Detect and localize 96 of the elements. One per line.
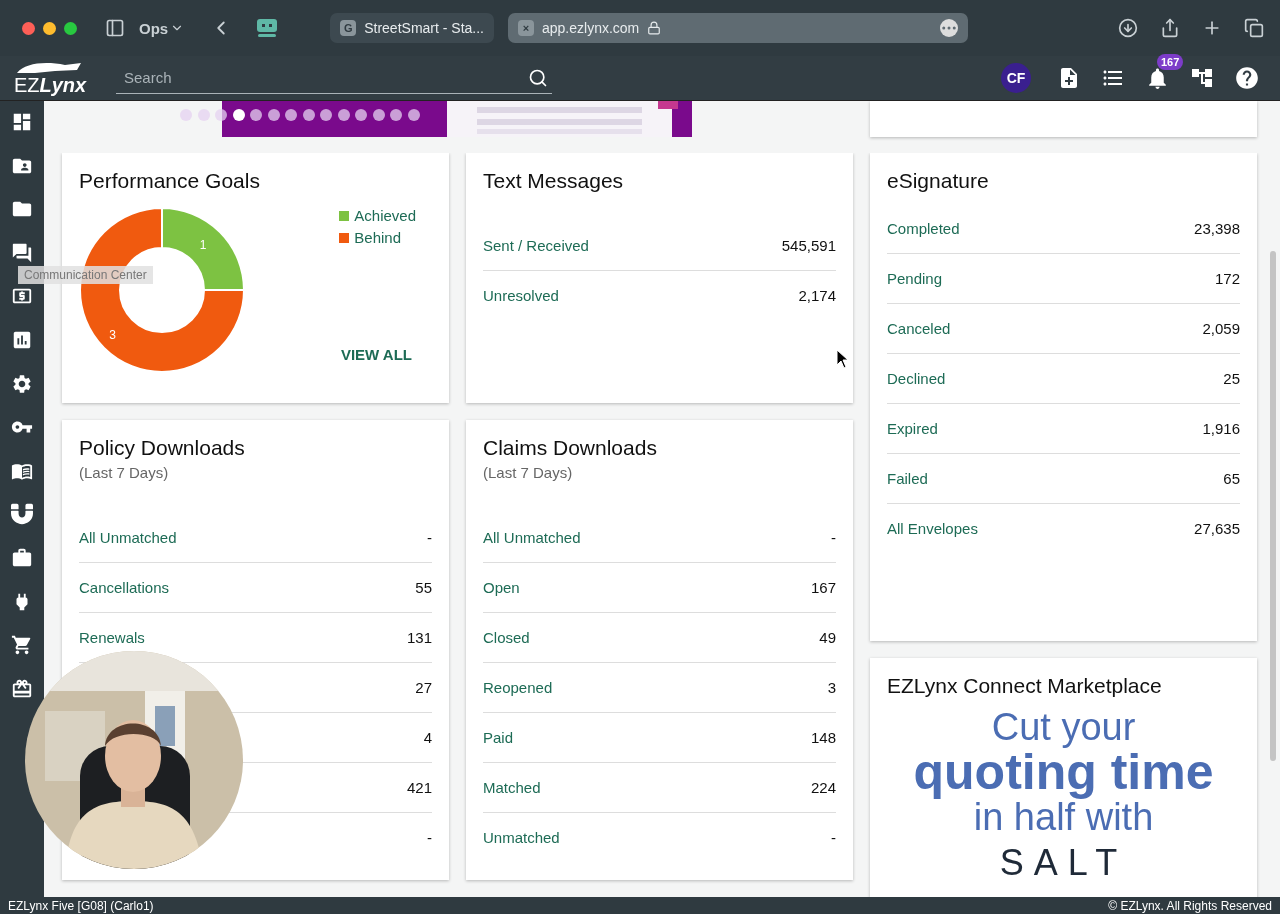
logo[interactable]: EZLynx <box>0 61 100 95</box>
row-value: 65 <box>1223 470 1240 487</box>
browser-tab[interactable]: × app.ezlynx.com <box>508 13 968 43</box>
legend-label: Behind <box>354 229 401 246</box>
row-link[interactable]: Completed <box>887 220 960 237</box>
row-value: 3 <box>827 679 836 696</box>
favicon: G <box>340 20 357 36</box>
row-link[interactable]: Sent / Received <box>483 237 589 254</box>
row-link[interactable]: Unmatched <box>483 829 560 846</box>
row-link[interactable]: Failed <box>887 470 928 487</box>
tooltip: Communication Center <box>18 266 153 284</box>
row-link[interactable]: All Unmatched <box>79 529 177 546</box>
carousel-dot[interactable] <box>180 109 192 121</box>
row-value: - <box>831 829 836 846</box>
row-link[interactable]: Renewals <box>79 629 145 646</box>
search-icon[interactable] <box>528 68 548 88</box>
row-value: 421 <box>406 779 432 796</box>
row-value: 167 <box>810 579 836 596</box>
row-value: 4 <box>423 729 432 746</box>
sidebar-toggle-icon[interactable] <box>105 18 125 38</box>
carousel-dot[interactable] <box>197 109 210 121</box>
row-link[interactable]: Closed <box>483 629 530 646</box>
gift-icon[interactable] <box>11 677 33 700</box>
row-value: 27,635 <box>1194 520 1240 537</box>
row-link[interactable]: Paid <box>483 729 514 746</box>
cart-icon[interactable] <box>11 634 33 657</box>
row-link[interactable]: Canceled <box>887 320 951 337</box>
dashboard-icon[interactable] <box>11 111 33 133</box>
row-value: - <box>427 529 432 546</box>
carousel-dot[interactable] <box>215 109 227 121</box>
row-link[interactable]: Unresolved <box>483 287 559 304</box>
card-subtitle: (Last 7 Days) <box>483 464 574 481</box>
settings-icon[interactable] <box>11 372 33 395</box>
download-icon[interactable] <box>1118 18 1138 38</box>
row-link[interactable]: Reopened <box>483 679 553 696</box>
slice-label: 3 <box>109 328 116 343</box>
row-link[interactable]: Declined <box>887 370 946 387</box>
row-link[interactable]: Cancellations <box>79 579 170 596</box>
tab-group-menu[interactable]: Ops <box>139 19 185 37</box>
magnet-icon[interactable] <box>11 503 33 526</box>
row-value: 2,174 <box>798 287 836 304</box>
browser-tab[interactable]: G StreetSmart - Sta... <box>330 13 494 43</box>
card-title: Performance Goals <box>79 169 261 193</box>
row-value: 27 <box>415 679 432 696</box>
row-value: 55 <box>415 579 432 596</box>
tab-title: app.ezlynx.com <box>542 20 640 36</box>
hierarchy-icon[interactable] <box>1190 66 1214 90</box>
ad-text: Cut your <box>991 706 1136 748</box>
cursor-icon <box>836 349 850 369</box>
card-title: EZLynx Connect Marketplace <box>887 674 1163 698</box>
view-all-button[interactable]: VIEW ALL <box>336 342 416 367</box>
row-value: 2,059 <box>1202 320 1240 337</box>
card-subtitle: (Last 7 Days) <box>79 464 170 481</box>
row-link[interactable]: All Envelopes <box>887 520 978 537</box>
maximize-button[interactable] <box>64 21 77 35</box>
search-field[interactable]: Search <box>116 62 552 94</box>
robot-icon[interactable] <box>256 18 279 38</box>
slice-label: 1 <box>199 238 207 252</box>
row-link[interactable]: Open <box>483 579 520 596</box>
ad-logo: SALT <box>999 844 1128 882</box>
minimize-button[interactable] <box>43 21 56 35</box>
environment-label: EZLynx Five [G08] (Carlo1) <box>8 898 154 913</box>
briefcase-icon[interactable] <box>11 546 33 569</box>
favicon: × <box>518 20 534 36</box>
row-link[interactable]: Expired <box>887 420 938 437</box>
card-title: eSignature <box>887 169 990 193</box>
row-value: 545,591 <box>781 237 836 254</box>
help-icon[interactable] <box>1234 65 1260 91</box>
tab-title: StreetSmart - Sta... <box>364 20 484 36</box>
tabs-overview-icon[interactable] <box>1244 18 1264 38</box>
row-link[interactable]: Matched <box>483 779 541 796</box>
row-value: 23,398 <box>1194 220 1240 237</box>
row-link[interactable]: All Unmatched <box>483 529 581 546</box>
copyright: © EZLynx. All Rights Reserved <box>1108 898 1272 913</box>
card-title: Text Messages <box>483 169 625 193</box>
close-button[interactable] <box>22 21 35 35</box>
row-value: 148 <box>810 729 836 746</box>
row-value: 172 <box>1214 270 1240 287</box>
card-title: Policy Downloads <box>79 436 246 460</box>
row-value: 25 <box>1223 370 1240 387</box>
lock-icon <box>647 21 662 35</box>
row-value: 131 <box>406 629 432 646</box>
more-icon[interactable] <box>940 19 958 37</box>
chat-icon[interactable] <box>11 241 33 264</box>
row-value: 1,916 <box>1202 420 1240 437</box>
row-value: - <box>831 529 836 546</box>
scrollbar-thumb[interactable] <box>1270 251 1276 761</box>
row-value: 224 <box>810 779 836 796</box>
card-title: Claims Downloads <box>483 436 658 460</box>
row-value: 49 <box>819 629 836 646</box>
share-icon[interactable] <box>1160 18 1180 38</box>
row-link[interactable]: Pending <box>887 270 943 287</box>
notification-badge: 167 <box>1157 53 1184 70</box>
user-avatar[interactable]: CF <box>1001 63 1031 93</box>
legend-label: Achieved <box>354 207 416 224</box>
row-value: - <box>427 829 432 846</box>
